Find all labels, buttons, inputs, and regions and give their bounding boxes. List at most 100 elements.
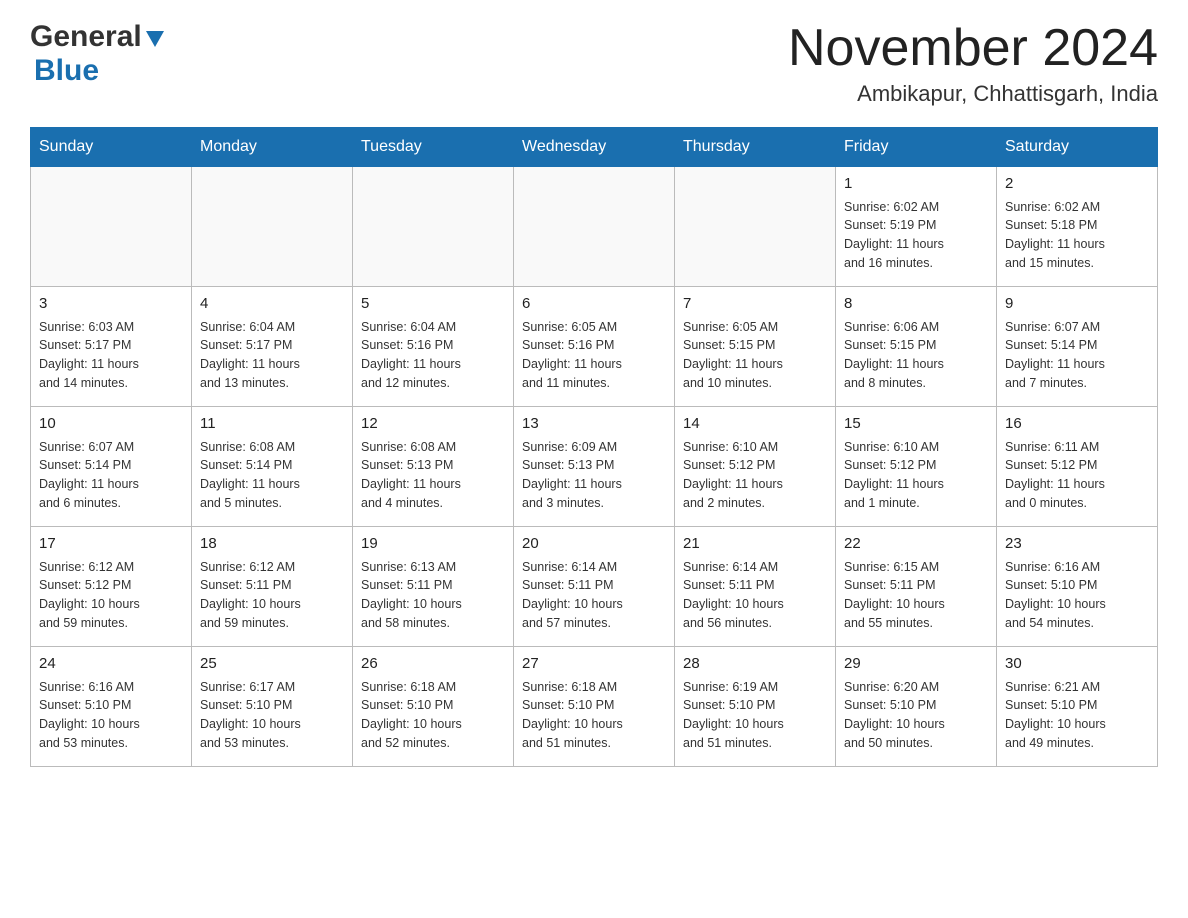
day-info: Sunrise: 6:10 AM Sunset: 5:12 PM Dayligh… [683, 438, 827, 513]
calendar-cell: 20Sunrise: 6:14 AM Sunset: 5:11 PM Dayli… [514, 527, 675, 647]
header: General Blue November 2024 Ambikapur, Ch… [30, 20, 1158, 107]
calendar-cell: 28Sunrise: 6:19 AM Sunset: 5:10 PM Dayli… [675, 647, 836, 767]
day-info: Sunrise: 6:14 AM Sunset: 5:11 PM Dayligh… [522, 558, 666, 633]
day-info: Sunrise: 6:02 AM Sunset: 5:19 PM Dayligh… [844, 198, 988, 273]
day-number: 10 [39, 413, 183, 436]
week-row: 3Sunrise: 6:03 AM Sunset: 5:17 PM Daylig… [31, 287, 1158, 407]
logo-general-text: General [30, 20, 142, 54]
logo-blue-text: Blue [34, 54, 99, 87]
calendar-cell: 16Sunrise: 6:11 AM Sunset: 5:12 PM Dayli… [997, 407, 1158, 527]
day-info: Sunrise: 6:04 AM Sunset: 5:17 PM Dayligh… [200, 318, 344, 393]
calendar-header: SundayMondayTuesdayWednesdayThursdayFrid… [31, 128, 1158, 167]
day-of-week-header: Friday [836, 128, 997, 167]
calendar-cell: 9Sunrise: 6:07 AM Sunset: 5:14 PM Daylig… [997, 287, 1158, 407]
day-info: Sunrise: 6:16 AM Sunset: 5:10 PM Dayligh… [1005, 558, 1149, 633]
day-of-week-header: Thursday [675, 128, 836, 167]
day-number: 16 [1005, 413, 1149, 436]
calendar-cell: 30Sunrise: 6:21 AM Sunset: 5:10 PM Dayli… [997, 647, 1158, 767]
calendar-cell: 11Sunrise: 6:08 AM Sunset: 5:14 PM Dayli… [192, 407, 353, 527]
day-info: Sunrise: 6:02 AM Sunset: 5:18 PM Dayligh… [1005, 198, 1149, 273]
week-row: 1Sunrise: 6:02 AM Sunset: 5:19 PM Daylig… [31, 167, 1158, 287]
day-info: Sunrise: 6:17 AM Sunset: 5:10 PM Dayligh… [200, 678, 344, 753]
calendar-cell: 23Sunrise: 6:16 AM Sunset: 5:10 PM Dayli… [997, 527, 1158, 647]
day-number: 17 [39, 533, 183, 556]
calendar-cell: 18Sunrise: 6:12 AM Sunset: 5:11 PM Dayli… [192, 527, 353, 647]
day-number: 28 [683, 653, 827, 676]
day-number: 19 [361, 533, 505, 556]
day-number: 8 [844, 293, 988, 316]
day-of-week-header: Wednesday [514, 128, 675, 167]
day-number: 1 [844, 173, 988, 196]
week-row: 10Sunrise: 6:07 AM Sunset: 5:14 PM Dayli… [31, 407, 1158, 527]
week-row: 24Sunrise: 6:16 AM Sunset: 5:10 PM Dayli… [31, 647, 1158, 767]
calendar-cell [514, 167, 675, 287]
day-info: Sunrise: 6:08 AM Sunset: 5:13 PM Dayligh… [361, 438, 505, 513]
day-info: Sunrise: 6:03 AM Sunset: 5:17 PM Dayligh… [39, 318, 183, 393]
calendar-cell: 21Sunrise: 6:14 AM Sunset: 5:11 PM Dayli… [675, 527, 836, 647]
calendar-cell: 8Sunrise: 6:06 AM Sunset: 5:15 PM Daylig… [836, 287, 997, 407]
day-number: 26 [361, 653, 505, 676]
calendar-cell: 13Sunrise: 6:09 AM Sunset: 5:13 PM Dayli… [514, 407, 675, 527]
day-number: 14 [683, 413, 827, 436]
day-info: Sunrise: 6:16 AM Sunset: 5:10 PM Dayligh… [39, 678, 183, 753]
day-number: 4 [200, 293, 344, 316]
calendar-cell: 7Sunrise: 6:05 AM Sunset: 5:15 PM Daylig… [675, 287, 836, 407]
calendar-cell: 1Sunrise: 6:02 AM Sunset: 5:19 PM Daylig… [836, 167, 997, 287]
calendar-body: 1Sunrise: 6:02 AM Sunset: 5:19 PM Daylig… [31, 167, 1158, 767]
day-number: 6 [522, 293, 666, 316]
logo: General Blue [30, 20, 166, 88]
subtitle: Ambikapur, Chhattisgarh, India [788, 81, 1158, 107]
day-number: 11 [200, 413, 344, 436]
calendar-cell [675, 167, 836, 287]
day-info: Sunrise: 6:18 AM Sunset: 5:10 PM Dayligh… [361, 678, 505, 753]
day-of-week-header: Monday [192, 128, 353, 167]
day-info: Sunrise: 6:14 AM Sunset: 5:11 PM Dayligh… [683, 558, 827, 633]
week-row: 17Sunrise: 6:12 AM Sunset: 5:12 PM Dayli… [31, 527, 1158, 647]
calendar-cell: 12Sunrise: 6:08 AM Sunset: 5:13 PM Dayli… [353, 407, 514, 527]
title-area: November 2024 Ambikapur, Chhattisgarh, I… [788, 20, 1158, 107]
day-info: Sunrise: 6:12 AM Sunset: 5:11 PM Dayligh… [200, 558, 344, 633]
day-of-week-header: Saturday [997, 128, 1158, 167]
day-number: 29 [844, 653, 988, 676]
day-info: Sunrise: 6:15 AM Sunset: 5:11 PM Dayligh… [844, 558, 988, 633]
day-info: Sunrise: 6:05 AM Sunset: 5:16 PM Dayligh… [522, 318, 666, 393]
day-number: 9 [1005, 293, 1149, 316]
day-info: Sunrise: 6:06 AM Sunset: 5:15 PM Dayligh… [844, 318, 988, 393]
day-number: 22 [844, 533, 988, 556]
day-number: 2 [1005, 173, 1149, 196]
day-info: Sunrise: 6:08 AM Sunset: 5:14 PM Dayligh… [200, 438, 344, 513]
day-info: Sunrise: 6:07 AM Sunset: 5:14 PM Dayligh… [1005, 318, 1149, 393]
day-number: 18 [200, 533, 344, 556]
day-number: 24 [39, 653, 183, 676]
day-info: Sunrise: 6:04 AM Sunset: 5:16 PM Dayligh… [361, 318, 505, 393]
day-info: Sunrise: 6:13 AM Sunset: 5:11 PM Dayligh… [361, 558, 505, 633]
calendar-cell: 27Sunrise: 6:18 AM Sunset: 5:10 PM Dayli… [514, 647, 675, 767]
day-number: 12 [361, 413, 505, 436]
calendar-cell: 26Sunrise: 6:18 AM Sunset: 5:10 PM Dayli… [353, 647, 514, 767]
calendar-cell: 3Sunrise: 6:03 AM Sunset: 5:17 PM Daylig… [31, 287, 192, 407]
calendar-cell: 17Sunrise: 6:12 AM Sunset: 5:12 PM Dayli… [31, 527, 192, 647]
day-info: Sunrise: 6:19 AM Sunset: 5:10 PM Dayligh… [683, 678, 827, 753]
calendar: SundayMondayTuesdayWednesdayThursdayFrid… [30, 127, 1158, 767]
days-of-week-row: SundayMondayTuesdayWednesdayThursdayFrid… [31, 128, 1158, 167]
day-number: 7 [683, 293, 827, 316]
calendar-cell: 25Sunrise: 6:17 AM Sunset: 5:10 PM Dayli… [192, 647, 353, 767]
calendar-cell: 24Sunrise: 6:16 AM Sunset: 5:10 PM Dayli… [31, 647, 192, 767]
calendar-cell: 14Sunrise: 6:10 AM Sunset: 5:12 PM Dayli… [675, 407, 836, 527]
day-of-week-header: Sunday [31, 128, 192, 167]
day-number: 15 [844, 413, 988, 436]
day-info: Sunrise: 6:10 AM Sunset: 5:12 PM Dayligh… [844, 438, 988, 513]
calendar-cell [192, 167, 353, 287]
calendar-cell: 22Sunrise: 6:15 AM Sunset: 5:11 PM Dayli… [836, 527, 997, 647]
calendar-cell [31, 167, 192, 287]
day-number: 5 [361, 293, 505, 316]
day-info: Sunrise: 6:20 AM Sunset: 5:10 PM Dayligh… [844, 678, 988, 753]
day-number: 3 [39, 293, 183, 316]
day-info: Sunrise: 6:21 AM Sunset: 5:10 PM Dayligh… [1005, 678, 1149, 753]
calendar-cell: 29Sunrise: 6:20 AM Sunset: 5:10 PM Dayli… [836, 647, 997, 767]
day-number: 27 [522, 653, 666, 676]
day-info: Sunrise: 6:11 AM Sunset: 5:12 PM Dayligh… [1005, 438, 1149, 513]
day-info: Sunrise: 6:12 AM Sunset: 5:12 PM Dayligh… [39, 558, 183, 633]
day-number: 30 [1005, 653, 1149, 676]
calendar-cell: 2Sunrise: 6:02 AM Sunset: 5:18 PM Daylig… [997, 167, 1158, 287]
